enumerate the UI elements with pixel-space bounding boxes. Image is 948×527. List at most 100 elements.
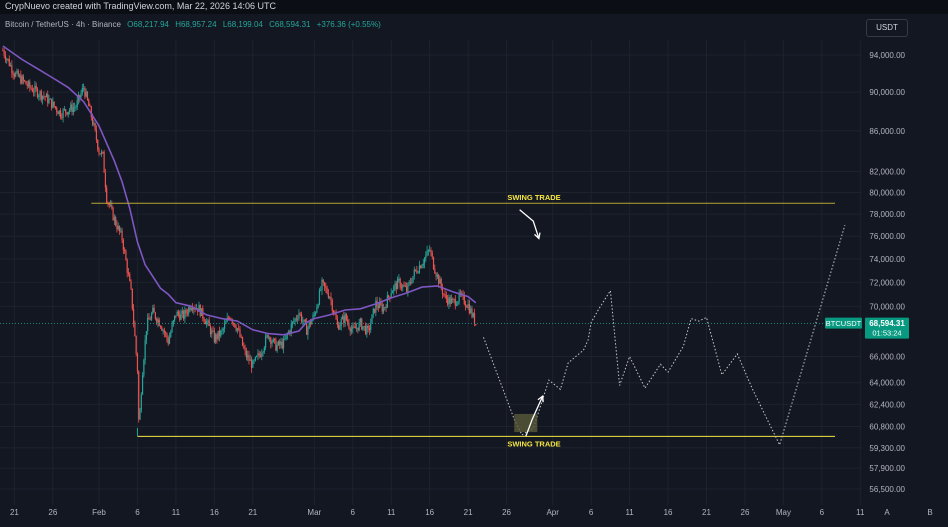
candle-body: [421, 265, 423, 269]
x-tick-label: 6: [589, 508, 594, 517]
candle-body: [177, 311, 180, 315]
candle-body: [448, 297, 450, 305]
candle-body: [63, 109, 65, 111]
moving-average: [2, 45, 477, 336]
candle-body: [39, 91, 41, 96]
candle-body: [317, 304, 319, 308]
candle-body: [48, 99, 50, 104]
candle-body: [235, 327, 237, 331]
candle-body: [261, 353, 263, 357]
candle-body: [315, 312, 317, 315]
candle-body: [449, 297, 451, 304]
candle-body: [27, 81, 30, 86]
y-tick-label: 59,300.00: [869, 444, 905, 453]
y-tick-label: 80,000.00: [869, 188, 905, 197]
candle-body: [140, 394, 142, 411]
candle-body: [45, 94, 48, 98]
x-tick-label: 16: [664, 508, 673, 517]
candle-body: [239, 329, 241, 337]
candle-body: [414, 269, 417, 271]
candle-body: [9, 65, 12, 66]
candle-body: [281, 341, 283, 349]
candle-body: [299, 313, 301, 315]
candle-body: [439, 279, 441, 284]
candle-body: [168, 336, 171, 344]
candle-body: [327, 293, 330, 298]
candle-body: [420, 265, 422, 269]
candle-body: [454, 299, 456, 306]
candle-body: [94, 123, 96, 130]
candle-body: [30, 87, 32, 89]
candle-body: [240, 336, 242, 338]
candle-body: [322, 279, 324, 283]
candle-body: [153, 307, 155, 313]
candle-body: [340, 319, 342, 326]
candle-body: [186, 312, 189, 314]
candle-body: [247, 355, 249, 358]
candle-body: [104, 172, 107, 188]
candle-body: [81, 87, 83, 94]
candle-body: [154, 312, 156, 319]
candle-body: [373, 308, 376, 313]
candle-body: [370, 323, 372, 331]
candle-body: [304, 319, 306, 323]
candle-body: [335, 314, 337, 320]
candle-body: [412, 276, 414, 283]
candle-body: [7, 58, 9, 60]
candle-body: [444, 294, 446, 296]
candle-body: [152, 307, 154, 314]
candle-body: [266, 335, 268, 337]
y-tick-label: 57,900.00: [869, 464, 905, 473]
candle-body: [122, 240, 124, 250]
candle-body: [471, 308, 473, 317]
candle-body: [371, 314, 373, 324]
candle-body: [368, 328, 371, 331]
log-scale-button[interactable]: B: [927, 508, 932, 517]
candle-body: [400, 287, 403, 289]
candle-body: [125, 251, 127, 261]
candle-body: [359, 318, 362, 323]
candle-body: [303, 319, 305, 322]
candle-body: [72, 107, 74, 112]
y-tick-label: 86,000.00: [869, 127, 905, 136]
candle-body: [91, 117, 94, 125]
price-tag-countdown: 01:53:24: [872, 329, 901, 338]
candle-body: [252, 360, 254, 368]
candle-body: [350, 328, 353, 332]
candle-body: [25, 81, 27, 85]
candle-body: [295, 318, 297, 320]
candle-body: [356, 327, 358, 329]
auto-scale-button[interactable]: A: [884, 508, 890, 517]
candle-body: [466, 306, 468, 308]
candle-body: [98, 149, 100, 154]
x-tick-label: 6: [820, 508, 825, 517]
y-tick-label: 72,000.00: [869, 278, 905, 287]
x-tick-label: 11: [625, 508, 634, 517]
candle-body: [184, 309, 186, 319]
candle-body: [182, 310, 185, 319]
candle-body: [70, 104, 72, 110]
candle-body: [297, 318, 299, 320]
price-chart[interactable]: SWING TRADE SWING TRADE 94,000.00 90,000.0…: [0, 0, 948, 527]
candle-body: [393, 286, 395, 292]
y-tick-label: 74,000.00: [869, 255, 905, 264]
candle-body: [279, 341, 281, 345]
candle-body: [145, 330, 148, 340]
x-tick-label: 11: [172, 508, 181, 517]
chart-grid: [0, 40, 862, 505]
candlesticks: [2, 47, 477, 423]
y-tick-label: 60,800.00: [869, 422, 905, 431]
price-tag: BTCUSDT 68,594.3101:53:24: [825, 317, 909, 339]
x-tick-label: Mar: [307, 508, 321, 517]
candle-body: [170, 331, 172, 337]
candle-body: [139, 410, 141, 420]
candle-body: [220, 330, 222, 337]
candle-body: [59, 110, 62, 118]
candle-body: [221, 330, 223, 332]
candle-body: [106, 187, 108, 203]
x-tick-label: 21: [248, 508, 257, 517]
y-tick-label: 56,500.00: [869, 485, 905, 494]
candle-body: [212, 330, 214, 332]
x-tick-label: Feb: [92, 508, 106, 517]
candle-body: [50, 98, 53, 108]
